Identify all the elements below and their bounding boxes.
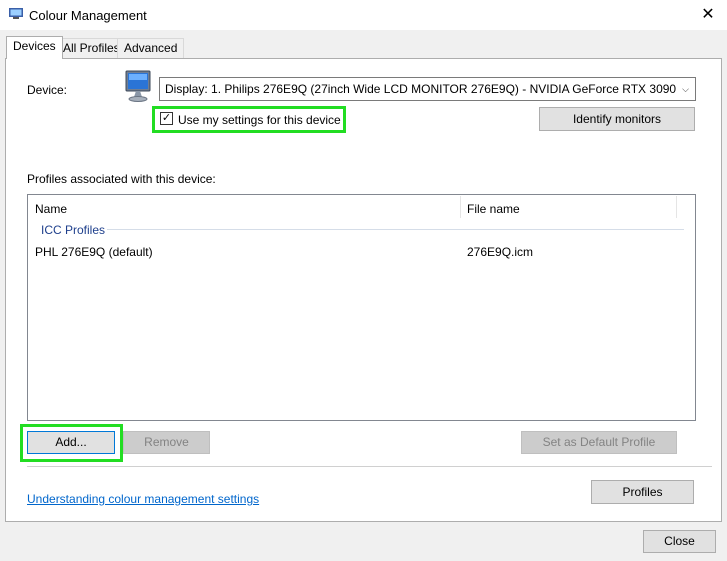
column-header-file-name[interactable]: File name	[467, 202, 520, 216]
device-select-value: Display: 1. Philips 276E9Q (27inch Wide …	[165, 82, 677, 96]
window-title: Colour Management	[29, 8, 147, 23]
column-divider	[676, 196, 677, 218]
group-divider	[107, 229, 684, 230]
help-link[interactable]: Understanding colour management settings	[27, 492, 259, 506]
device-label: Device:	[27, 83, 68, 97]
close-icon[interactable]: ✕	[697, 5, 719, 25]
use-my-settings-checkbox[interactable]: ✓	[160, 112, 173, 125]
close-button[interactable]: Close	[643, 530, 716, 553]
column-header-name[interactable]: Name	[35, 202, 67, 216]
profiles-button[interactable]: Profiles	[591, 480, 694, 504]
device-select[interactable]: Display: 1. Philips 276E9Q (27inch Wide …	[159, 77, 696, 101]
set-default-profile-button[interactable]: Set as Default Profile	[521, 431, 677, 454]
identify-monitors-button[interactable]: Identify monitors	[539, 107, 695, 131]
profile-row-name[interactable]: PHL 276E9Q (default)	[35, 245, 153, 259]
section-divider	[27, 466, 712, 467]
colour-management-app-icon	[9, 8, 23, 20]
group-header-icc-profiles: ICC Profiles	[41, 223, 106, 237]
monitor-icon	[123, 70, 155, 104]
add-button[interactable]: Add...	[27, 431, 115, 454]
profiles-section-label: Profiles associated with this device:	[27, 172, 216, 186]
tab-advanced[interactable]: Advanced	[117, 38, 185, 58]
profile-row-file[interactable]: 276E9Q.icm	[467, 245, 533, 259]
use-my-settings-label[interactable]: Use my settings for this device	[178, 113, 341, 127]
tab-devices[interactable]: Devices	[6, 36, 63, 59]
remove-button[interactable]: Remove	[123, 431, 210, 454]
column-divider[interactable]	[460, 196, 461, 218]
chevron-down-icon: ⌵	[682, 84, 689, 94]
